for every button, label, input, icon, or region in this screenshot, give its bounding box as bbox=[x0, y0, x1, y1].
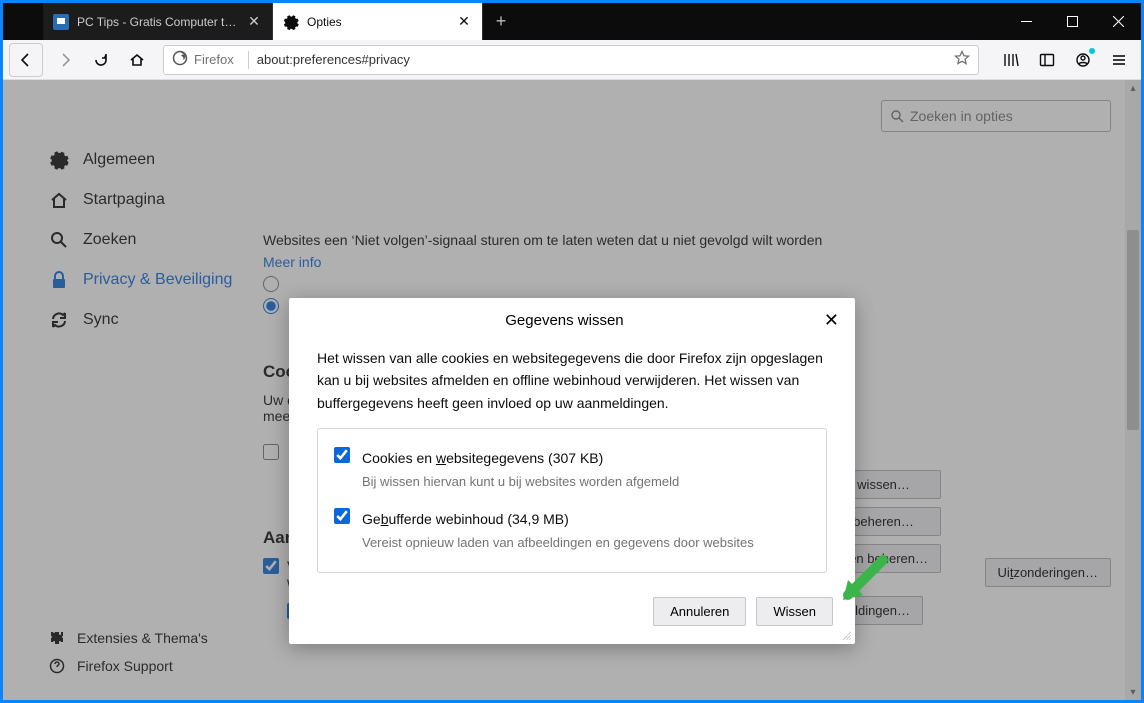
url-bar[interactable]: Firefox about:preferences#privacy bbox=[163, 45, 979, 75]
library-button[interactable] bbox=[995, 44, 1027, 76]
dialog-close-button[interactable]: ✕ bbox=[824, 310, 839, 331]
tab-title: PC Tips - Gratis Computer tips bbox=[77, 15, 238, 29]
account-button[interactable] bbox=[1067, 44, 1099, 76]
tab-title: Opties bbox=[307, 15, 448, 29]
sidebar-button[interactable] bbox=[1031, 44, 1063, 76]
dialog-description: Het wissen van alle cookies en websitege… bbox=[317, 347, 827, 414]
divider bbox=[248, 51, 249, 69]
home-button[interactable] bbox=[121, 44, 153, 76]
titlebar: PC Tips - Gratis Computer tips ✕ Opties … bbox=[3, 3, 1141, 40]
opt-cache-sub: Vereist opnieuw laden van afbeeldingen e… bbox=[362, 533, 754, 554]
maximize-button[interactable] bbox=[1049, 3, 1095, 40]
url-text: about:preferences#privacy bbox=[257, 52, 954, 67]
menu-button[interactable] bbox=[1103, 44, 1135, 76]
opt-cache-checkbox[interactable] bbox=[334, 508, 350, 524]
forward-button[interactable] bbox=[49, 44, 81, 76]
resize-grip-icon bbox=[841, 630, 851, 640]
clear-button[interactable]: Wissen bbox=[756, 597, 833, 626]
gear-icon bbox=[283, 14, 299, 30]
close-window-button[interactable] bbox=[1095, 3, 1141, 40]
clear-data-dialog: Gegevens wissen ✕ Het wissen van alle co… bbox=[289, 298, 855, 644]
dialog-title: Gegevens wissen bbox=[305, 312, 824, 329]
bookmark-star-icon[interactable] bbox=[954, 50, 970, 69]
close-icon[interactable]: ✕ bbox=[456, 14, 472, 30]
cancel-button[interactable]: Annuleren bbox=[653, 597, 746, 626]
identity-label: Firefox bbox=[194, 52, 234, 67]
opt-cookies-checkbox[interactable] bbox=[334, 447, 350, 463]
reload-button[interactable] bbox=[85, 44, 117, 76]
close-icon[interactable]: ✕ bbox=[246, 14, 262, 30]
tab-options[interactable]: Opties ✕ bbox=[273, 3, 483, 40]
tab-pctips[interactable]: PC Tips - Gratis Computer tips ✕ bbox=[43, 3, 273, 40]
opt-cookies-label: Cookies en websitegegevens (307 KB) bbox=[362, 450, 603, 466]
favicon-pctips bbox=[53, 14, 69, 30]
minimize-button[interactable] bbox=[1003, 3, 1049, 40]
back-button[interactable] bbox=[9, 43, 43, 77]
nav-toolbar: Firefox about:preferences#privacy bbox=[3, 40, 1141, 80]
opt-cookies-sub: Bij wissen hiervan kunt u bij websites w… bbox=[362, 472, 679, 493]
opt-cache-label: Gebufferde webinhoud (34,9 MB) bbox=[362, 511, 569, 527]
firefox-icon bbox=[172, 50, 188, 69]
new-tab-button[interactable]: + bbox=[483, 3, 519, 40]
